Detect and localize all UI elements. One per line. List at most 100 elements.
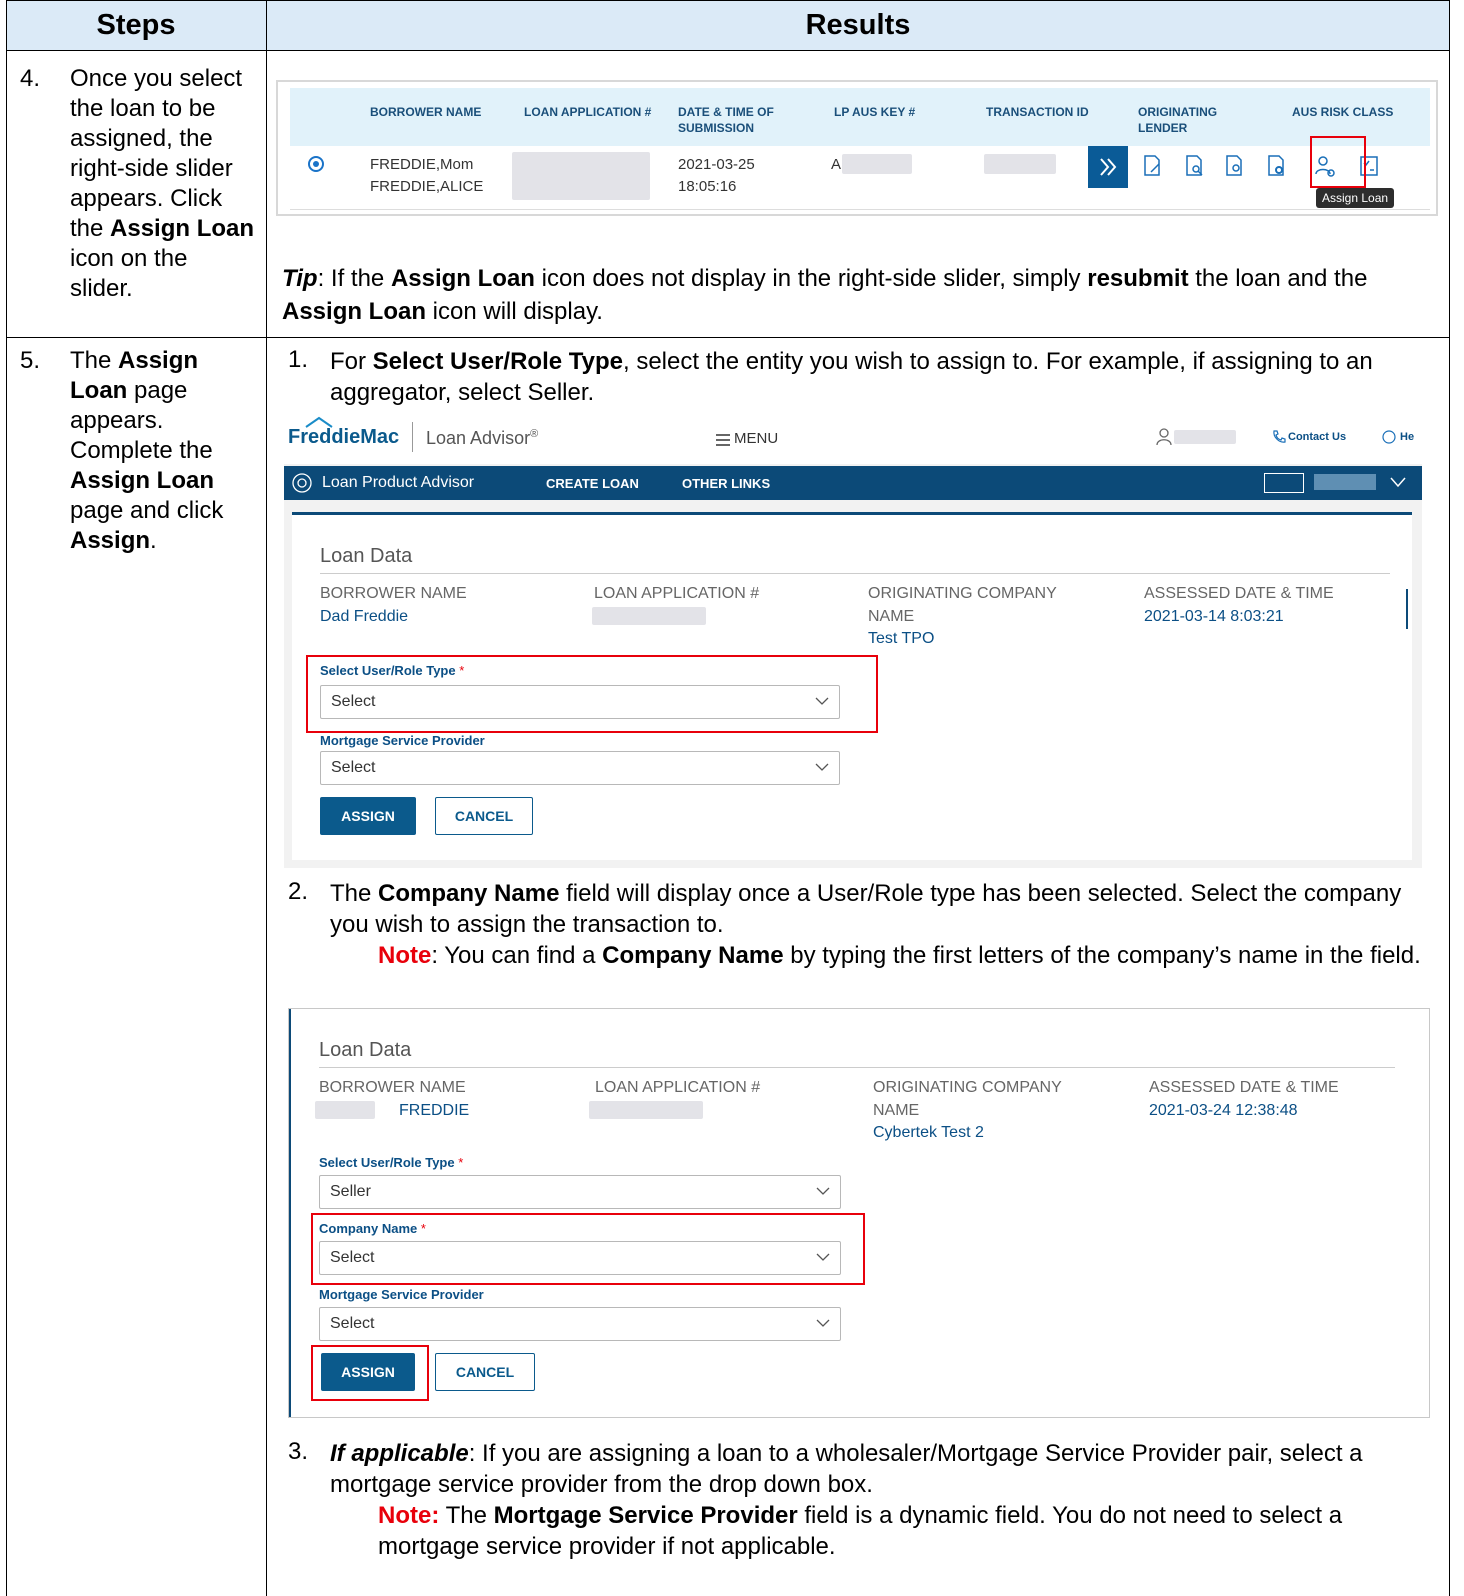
- registered-mark: ®: [530, 428, 539, 440]
- item-2-note-bold: Company Name: [602, 942, 784, 969]
- loan-application-label: LOAN APPLICATION #: [595, 1079, 761, 1096]
- originating-company-label-2: NAME: [868, 608, 915, 625]
- borrower-1: FREDDIE,Mom: [370, 156, 474, 173]
- col-transaction-id: TRANSACTION ID: [986, 105, 1089, 119]
- user-icon[interactable]: [1156, 428, 1172, 446]
- item-2-number: 2.: [288, 878, 309, 905]
- table-border-row: [6, 337, 1450, 338]
- col-loan-application: LOAN APPLICATION #: [524, 105, 652, 119]
- redacted-first-name: [315, 1101, 375, 1119]
- tip-bold-c: Assign Loan: [282, 298, 427, 325]
- table-row[interactable]: FREDDIE,Mom FREDDIE,ALICE 2021-03-25 18:…: [290, 146, 1430, 210]
- freddiemac-logo: FreddieMac: [288, 426, 400, 448]
- msp-select[interactable]: Select: [319, 1307, 841, 1341]
- row-select-radio[interactable]: [308, 156, 324, 172]
- step-5-bold-b: Assign Loan: [70, 467, 215, 494]
- item-3-lead: If applicable: [330, 1440, 469, 1467]
- panel-left-accent: [289, 1009, 291, 1417]
- msp-value: Select: [330, 1315, 375, 1332]
- item-2-note: Note: You can find a Company Name by typ…: [378, 940, 1438, 971]
- tip-text-b: icon does not display in the right-side …: [534, 265, 1088, 292]
- assessed-date-value: 2021-03-24 12:38:48: [1149, 1102, 1298, 1119]
- item-2-note-b: by typing the first letters of the compa…: [783, 942, 1421, 969]
- item-3-note-label: Note:: [378, 1502, 440, 1529]
- msp-label: Mortgage Service Provider: [319, 1287, 484, 1302]
- assign-button[interactable]: ASSIGN: [320, 797, 416, 835]
- assessed-date-label: ASSESSED DATE & TIME: [1149, 1079, 1339, 1096]
- msp-select[interactable]: Select: [320, 751, 840, 785]
- role-type-highlight: [306, 655, 878, 733]
- cancel-button[interactable]: CANCEL: [435, 1353, 535, 1391]
- results-header: Results: [266, 0, 1450, 50]
- assign-button-highlight: [311, 1345, 429, 1401]
- help-link[interactable]: He: [1400, 431, 1414, 443]
- table-border-left: [6, 0, 7, 1596]
- lpa-logo-icon: [292, 473, 312, 493]
- phone-icon: [1273, 430, 1286, 443]
- table-border-header: [6, 50, 1450, 51]
- certificate-document-icon[interactable]: [1224, 154, 1246, 178]
- menu-icon[interactable]: [716, 434, 730, 446]
- loan-advisor-title: Loan Advisor®: [426, 428, 538, 449]
- role-type-label: Select User/Role Type *: [319, 1155, 463, 1170]
- item-2-note-a: : You can find a: [431, 942, 603, 969]
- item-3-note: Note: The Mortgage Service Provider fiel…: [378, 1500, 1438, 1562]
- loan-data-divider: [319, 1067, 1395, 1068]
- chevron-down-icon[interactable]: [1390, 476, 1406, 488]
- item-2-text-a: The: [330, 880, 379, 907]
- col-lp-aus-key: LP AUS KEY #: [834, 105, 916, 119]
- edit-document-icon[interactable]: [1142, 154, 1164, 178]
- originating-company-label: ORIGINATING COMPANY: [873, 1079, 1062, 1096]
- originating-company-label-2: NAME: [873, 1102, 920, 1119]
- nav-title: Loan Product Advisor: [322, 474, 475, 491]
- expand-slider-icon[interactable]: [1088, 146, 1128, 188]
- steps-header: Steps: [6, 0, 266, 50]
- required-star: *: [458, 1155, 464, 1170]
- nav-create-loan[interactable]: CREATE LOAN: [546, 476, 639, 491]
- col-aus-risk-class: AUS RISK CLASS: [1292, 105, 1394, 119]
- step-5-text: The Assign Loan page appears. Complete t…: [70, 346, 255, 556]
- tip-text-a: : If the: [317, 265, 391, 292]
- settings-document-icon[interactable]: [1266, 154, 1288, 178]
- borrower-2: FREDDIE,ALICE: [370, 178, 484, 195]
- contact-us-link[interactable]: Contact Us: [1288, 431, 1346, 443]
- tip-label: Tip: [282, 265, 318, 292]
- redacted-loan-number: [512, 152, 650, 200]
- col-borrower-name: BORROWER NAME: [370, 105, 482, 119]
- item-1-number: 1.: [288, 346, 309, 373]
- loan-data-title: Loan Data: [320, 545, 413, 567]
- borrower-name-label: BORROWER NAME: [319, 1079, 466, 1096]
- id-card-icon[interactable]: [1264, 473, 1304, 493]
- borrower-name-value: Dad Freddie: [320, 608, 409, 625]
- chevron-down-icon: [815, 763, 829, 771]
- role-type-value: Seller: [330, 1183, 371, 1200]
- nav-other-links[interactable]: OTHER LINKS: [682, 476, 770, 491]
- item-2-note-label: Note: [378, 942, 432, 969]
- chevron-down-icon: [816, 1187, 830, 1195]
- app-navbar: Loan Product Advisor CREATE LOAN OTHER L…: [284, 466, 1422, 500]
- redacted-account: [1314, 474, 1376, 490]
- tip-bold-b: resubmit: [1087, 265, 1189, 292]
- logo-divider: [412, 422, 413, 452]
- app-topbar: FreddieMac Loan Advisor® MENU Contact Us…: [284, 414, 1422, 464]
- menu-button[interactable]: MENU: [734, 430, 778, 447]
- assessed-date-label: ASSESSED DATE & TIME: [1144, 585, 1334, 602]
- search-document-icon[interactable]: [1184, 154, 1206, 178]
- table-border-middle: [266, 0, 267, 1596]
- item-3-note-bold: Mortgage Service Provider: [493, 1502, 798, 1529]
- step-5-text-d: .: [150, 527, 157, 554]
- borrower-name-cell: FREDDIE,Mom FREDDIE,ALICE: [370, 154, 483, 198]
- step-5-text-c: page and click: [70, 497, 224, 524]
- role-type-select[interactable]: Seller: [319, 1175, 841, 1209]
- tip-text-d: icon will display.: [426, 298, 603, 325]
- submission-cell: 2021-03-25 18:05:16: [678, 154, 755, 198]
- step-4-text: Once you select the loan to be assigned,…: [70, 64, 255, 304]
- assign-loan-screenshot-2: Loan Data BORROWER NAME FREDDIE LOAN APP…: [288, 1008, 1430, 1418]
- step-5-number: 5.: [20, 347, 41, 374]
- item-1-bold: Select User/Role Type: [372, 348, 623, 375]
- col-originating-lender: ORIGINATING LENDER: [1138, 105, 1218, 135]
- submission-date: 2021-03-25: [678, 156, 755, 173]
- company-name-highlight: [311, 1213, 865, 1285]
- msp-value: Select: [331, 759, 376, 776]
- cancel-button[interactable]: CANCEL: [435, 797, 533, 835]
